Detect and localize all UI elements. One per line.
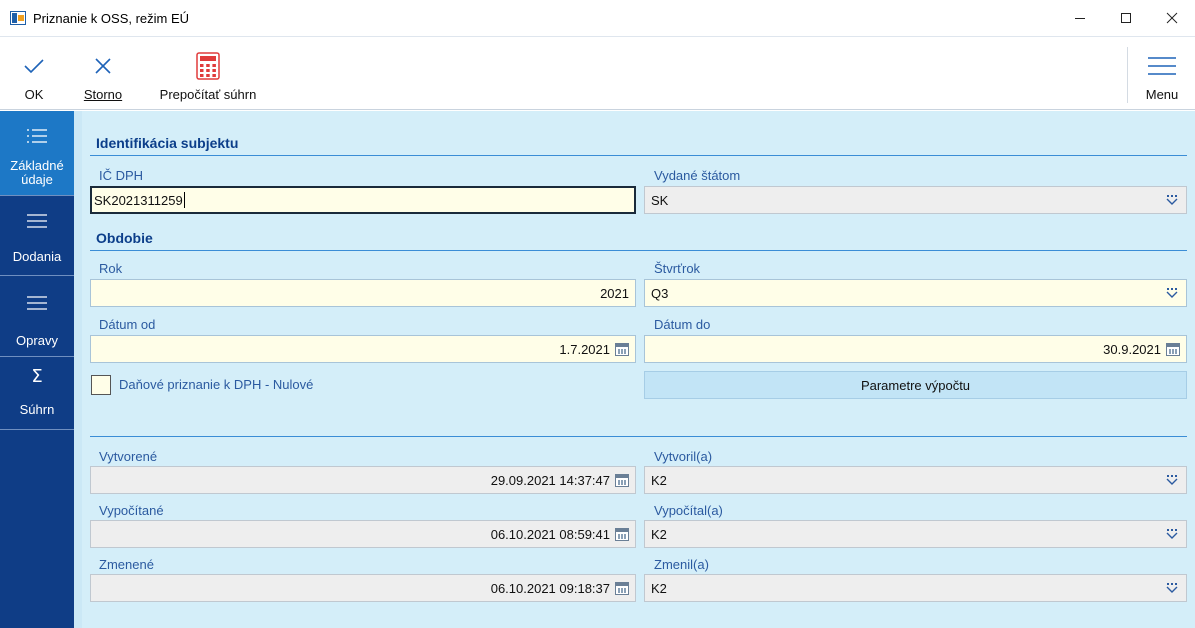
ok-button[interactable]: OK bbox=[14, 37, 54, 109]
changed-by-label: Zmenil(a) bbox=[654, 557, 709, 572]
calculation-parameters-label: Parametre výpočtu bbox=[860, 377, 971, 393]
changed-by-value: K2 bbox=[651, 580, 667, 596]
calendar-icon bbox=[615, 473, 629, 487]
window-controls bbox=[1057, 0, 1195, 36]
created-by-select[interactable]: K2 bbox=[644, 466, 1187, 494]
text-cursor bbox=[183, 192, 185, 208]
maximize-icon bbox=[1121, 13, 1131, 23]
close-icon bbox=[1166, 12, 1178, 24]
storno-button[interactable]: Storno bbox=[78, 37, 128, 109]
nav-divider bbox=[0, 429, 74, 430]
maximize-button[interactable] bbox=[1103, 0, 1149, 36]
changed-field: 06.10.2021 09:18:37 bbox=[90, 574, 636, 602]
dropdown-icon bbox=[1166, 529, 1178, 539]
nav-item-opravy[interactable]: Opravy bbox=[0, 276, 74, 356]
changed-value: 06.10.2021 09:18:37 bbox=[490, 580, 610, 596]
app-icon bbox=[10, 11, 26, 25]
dropdown-icon bbox=[1166, 288, 1178, 298]
calculation-parameters-button[interactable]: Parametre výpočtu bbox=[644, 371, 1187, 399]
zero-return-label: Daňové priznanie k DPH - Nulové bbox=[119, 377, 314, 392]
section-title-identification: Identifikácia subjektu bbox=[96, 135, 239, 151]
changed-label: Zmenené bbox=[99, 557, 154, 572]
calculated-by-label: Vypočítal(a) bbox=[654, 503, 723, 518]
nav-label-zakladne-udaje: Základné údaje bbox=[10, 158, 64, 187]
calculated-label: Vypočítané bbox=[99, 503, 164, 518]
minimize-icon bbox=[1075, 18, 1085, 19]
side-navigation: Základné údaje Dodania Opravy Σ Súhrn bbox=[0, 111, 74, 628]
toolbar-divider bbox=[1127, 47, 1128, 103]
calendar-icon[interactable] bbox=[1166, 342, 1180, 356]
date-to-label: Dátum do bbox=[654, 317, 711, 332]
menu-button[interactable]: Menu bbox=[1134, 37, 1190, 109]
issued-by-value: SK bbox=[651, 192, 669, 208]
calendar-icon[interactable] bbox=[615, 342, 629, 356]
sigma-icon: Σ bbox=[31, 365, 43, 387]
calendar-icon bbox=[615, 581, 629, 595]
storno-label: Storno bbox=[83, 87, 123, 102]
recalculate-summary-button[interactable]: Prepočítať súhrn bbox=[148, 37, 268, 109]
dropdown-icon bbox=[1166, 583, 1178, 593]
list-icon bbox=[27, 214, 47, 228]
minimize-button[interactable] bbox=[1057, 0, 1103, 36]
checkmark-icon bbox=[24, 59, 44, 74]
section-title-period: Obdobie bbox=[96, 230, 153, 246]
calculator-icon bbox=[196, 52, 220, 80]
vat-id-input[interactable]: SK2021311259 bbox=[90, 186, 636, 214]
dropdown-icon bbox=[1166, 475, 1178, 485]
calendar-icon bbox=[615, 527, 629, 541]
issued-by-select[interactable]: SK bbox=[644, 186, 1187, 214]
menu-label: Menu bbox=[1145, 87, 1179, 102]
quarter-label: Štvrťrok bbox=[654, 261, 701, 276]
year-value: 2021 bbox=[600, 285, 629, 301]
year-label: Rok bbox=[99, 261, 123, 276]
calculated-by-select[interactable]: K2 bbox=[644, 520, 1187, 548]
vat-id-value: SK2021311259 bbox=[94, 192, 183, 208]
date-to-input[interactable]: 30.9.2021 bbox=[644, 335, 1187, 363]
calculated-value: 06.10.2021 08:59:41 bbox=[490, 526, 610, 542]
recalculate-summary-label: Prepočítať súhrn bbox=[159, 87, 257, 102]
date-from-input[interactable]: 1.7.2021 bbox=[90, 335, 636, 363]
year-input[interactable]: 2021 bbox=[90, 279, 636, 307]
zero-return-checkbox[interactable] bbox=[91, 375, 111, 395]
close-button[interactable] bbox=[1149, 0, 1195, 36]
created-value: 29.09.2021 14:37:47 bbox=[490, 472, 610, 488]
nav-label-suhrn: Súhrn bbox=[19, 402, 55, 417]
calculated-by-value: K2 bbox=[651, 526, 667, 542]
list-icon bbox=[27, 296, 47, 310]
issued-by-label: Vydané štátom bbox=[654, 168, 741, 183]
dropdown-icon bbox=[1166, 195, 1178, 205]
toolbar: OK Storno Prepočítať súhrn Menu bbox=[0, 36, 1195, 110]
cancel-x-icon bbox=[95, 58, 111, 74]
section-divider bbox=[90, 436, 1187, 437]
created-by-label: Vytvoril(a) bbox=[654, 449, 713, 464]
nav-item-suhrn[interactable]: Σ Súhrn bbox=[0, 357, 74, 429]
list-icon bbox=[27, 129, 47, 143]
hamburger-menu-icon bbox=[1148, 57, 1176, 75]
nav-item-dodania[interactable]: Dodania bbox=[0, 196, 74, 275]
date-to-value: 30.9.2021 bbox=[1103, 341, 1161, 357]
section-divider bbox=[90, 155, 1187, 156]
window-title: Priznanie k OSS, režim EÚ bbox=[33, 10, 190, 26]
created-label: Vytvorené bbox=[99, 449, 158, 464]
nav-label-opravy: Opravy bbox=[16, 333, 58, 348]
nav-label-dodania: Dodania bbox=[12, 249, 62, 264]
section-divider bbox=[90, 250, 1187, 251]
created-field: 29.09.2021 14:37:47 bbox=[90, 466, 636, 494]
changed-by-select[interactable]: K2 bbox=[644, 574, 1187, 602]
nav-item-zakladne-udaje[interactable]: Základné údaje bbox=[0, 111, 74, 195]
created-by-value: K2 bbox=[651, 472, 667, 488]
date-from-value: 1.7.2021 bbox=[559, 341, 610, 357]
vat-id-label: IČ DPH bbox=[99, 168, 144, 183]
title-bar: Priznanie k OSS, režim EÚ bbox=[0, 0, 1195, 36]
date-from-label: Dátum od bbox=[99, 317, 156, 332]
quarter-select[interactable]: Q3 bbox=[644, 279, 1187, 307]
quarter-value: Q3 bbox=[651, 285, 669, 301]
ok-label: OK bbox=[24, 87, 44, 102]
calculated-field: 06.10.2021 08:59:41 bbox=[90, 520, 636, 548]
